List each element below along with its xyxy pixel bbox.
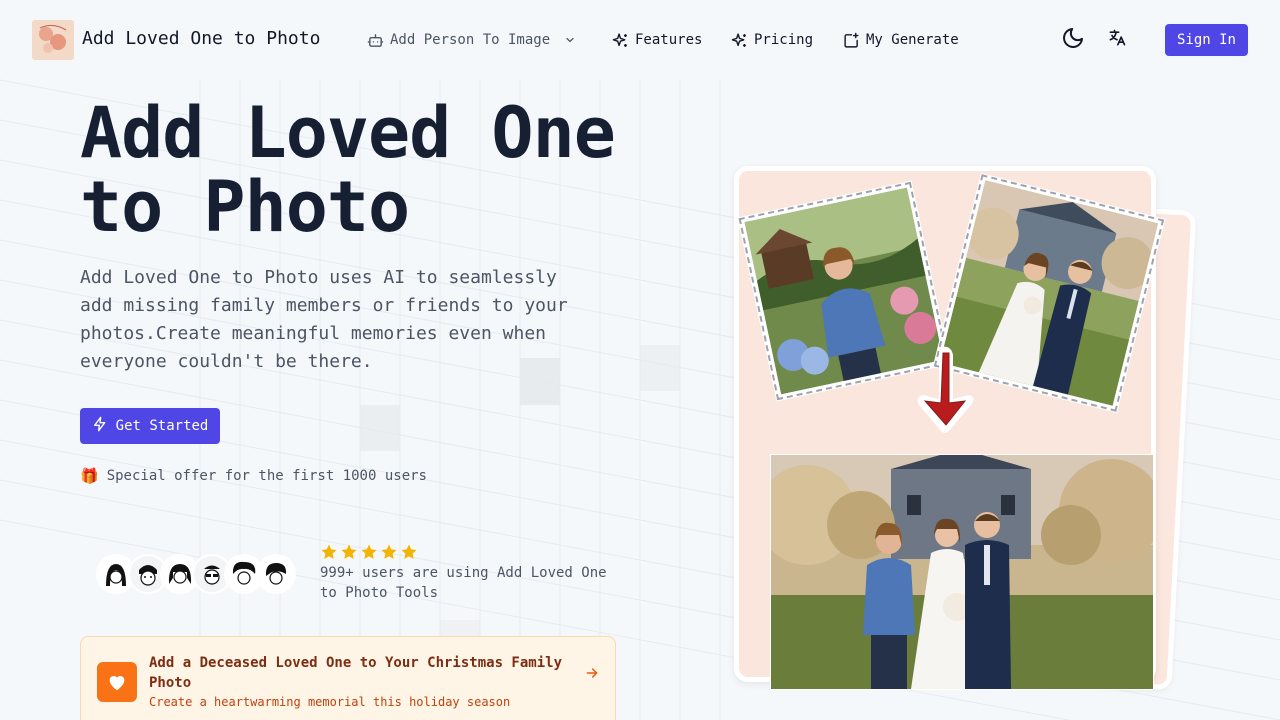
star-icon <box>340 543 358 565</box>
lightning-icon <box>92 416 108 436</box>
avatar <box>256 554 296 594</box>
nav-features[interactable]: Features <box>612 30 702 50</box>
nav-add-person-dropdown[interactable]: Add Person To Image <box>367 30 576 50</box>
hero-image-collage <box>720 160 1200 700</box>
result-family-photo <box>757 449 1163 690</box>
nav-label: Add Person To Image <box>390 32 551 48</box>
star-icon <box>400 543 418 565</box>
image-plus-icon <box>843 32 860 49</box>
translate-icon <box>1107 28 1127 52</box>
get-started-label: Get Started <box>115 418 209 434</box>
brand-name[interactable]: Add Loved One to Photo <box>82 28 320 49</box>
gift-icon: 🎁 <box>80 467 99 485</box>
chevron-down-icon <box>564 34 576 46</box>
get-started-button[interactable]: Get Started <box>80 408 220 444</box>
robot-icon <box>367 32 384 49</box>
top-navbar: Add Loved One to Photo Add Person To Ima… <box>0 0 1280 80</box>
theme-toggle-button[interactable] <box>1060 27 1086 53</box>
moon-icon <box>1061 26 1085 54</box>
nav-label: Pricing <box>754 32 814 48</box>
user-avatars <box>96 554 296 594</box>
heart-icon <box>97 662 137 702</box>
language-button[interactable] <box>1104 27 1130 53</box>
arrow-down-icon <box>911 341 981 445</box>
star-icon <box>360 543 378 565</box>
sparkles-icon <box>612 32 629 49</box>
sign-in-button[interactable]: Sign In <box>1165 24 1248 56</box>
brand-logo[interactable] <box>32 20 74 60</box>
arrow-right-icon <box>584 665 600 685</box>
users-count-text: 999+ users are using Add Loved One to Ph… <box>320 565 607 601</box>
sparkles-icon <box>731 32 748 49</box>
hero-description: Add Loved One to Photo uses AI to seamle… <box>80 267 568 372</box>
offer-text: Special offer for the first 1000 users <box>106 468 427 484</box>
nav-label: Features <box>635 32 703 48</box>
main-card <box>734 166 1166 690</box>
promo-title: Add a Deceased Loved One to Your Christm… <box>149 655 563 691</box>
christmas-promo-card[interactable]: Add a Deceased Loved One to Your Christm… <box>80 636 616 720</box>
nav-my-generate[interactable]: My Generate <box>843 30 959 50</box>
nav-label: My Generate <box>866 32 959 48</box>
rating-stars <box>320 543 418 565</box>
nav-pricing[interactable]: Pricing <box>731 30 813 50</box>
star-icon <box>380 543 398 565</box>
hero-title: Add Loved One to Photo <box>80 92 616 248</box>
special-offer: 🎁 Special offer for the first 1000 users <box>80 467 427 485</box>
promo-subtitle: Create a heartwarming memorial this holi… <box>149 695 511 709</box>
star-icon <box>320 543 338 565</box>
